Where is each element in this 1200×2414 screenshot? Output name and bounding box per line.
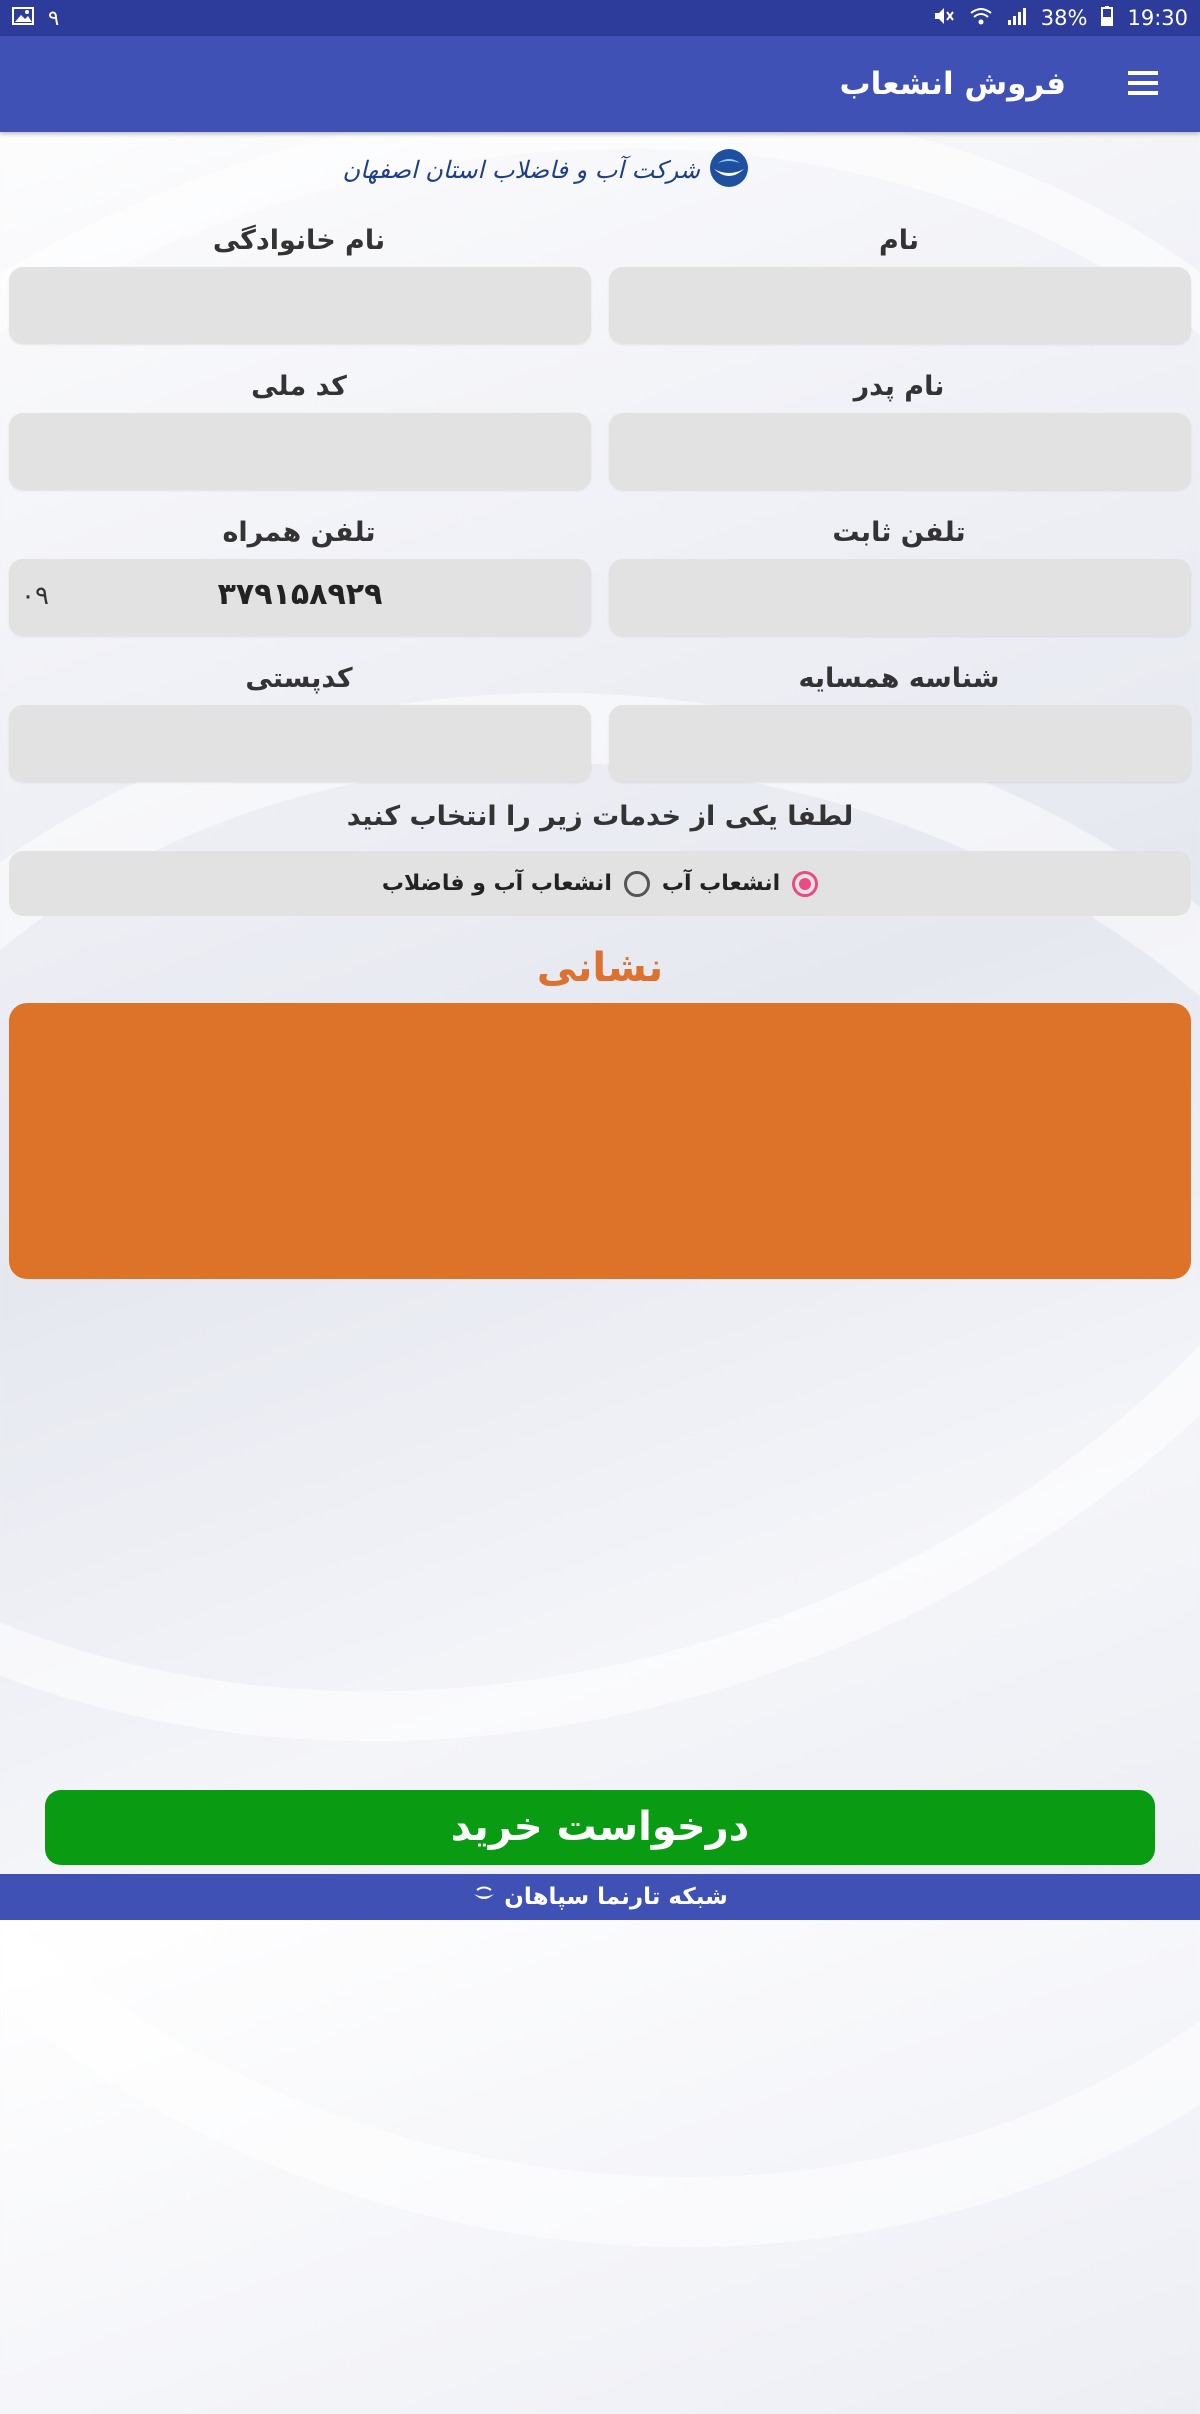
national-code-field[interactable] (9, 413, 591, 490)
hamburger-menu-icon[interactable] (1126, 66, 1160, 102)
first-name-field[interactable] (609, 267, 1191, 344)
radio-water-connection[interactable] (792, 870, 819, 897)
address-title: نشانی (536, 945, 664, 991)
mute-icon (933, 6, 955, 31)
battery-icon (1101, 5, 1114, 31)
mobile-value: ۳۷۹۱۵۸۹۲۹ (217, 577, 383, 612)
postal-code-field[interactable] (9, 705, 591, 782)
app-bar: فروش انشعاب (0, 36, 1200, 132)
first-name-label: نام (878, 225, 920, 256)
wifi-icon (969, 6, 993, 31)
mobile-label: تلفن همراه (222, 517, 376, 548)
neighbor-id-label: شناسه همسایه (798, 663, 1000, 694)
address-field[interactable] (9, 1003, 1191, 1279)
notification-count: ۹ (48, 6, 60, 30)
logo-text: شرکت آب و فاضلاب استان اصفهان (342, 156, 700, 184)
landline-label: تلفن ثابت (832, 517, 966, 548)
signal-icon (1007, 6, 1027, 31)
last-name-label: نام خانوادگی (212, 225, 386, 256)
landline-field[interactable] (609, 559, 1191, 636)
status-bar: ۹ 38% 19:30 (0, 0, 1200, 36)
tarnama-logo-icon (472, 1884, 496, 1910)
company-logo: شرکت آب و فاضلاب استان اصفهان (342, 146, 750, 194)
purchase-request-button[interactable]: درخواست خرید (45, 1790, 1155, 1865)
battery-percent: 38% (1040, 6, 1088, 30)
clock: 19:30 (1127, 6, 1188, 30)
footer-text: شبکه تارنما سپاهان (504, 1884, 728, 1910)
services-prompt: لطفا یکی از خدمات زیر را انتخاب کنید (346, 801, 854, 832)
mobile-field[interactable]: ۰۹ ۳۷۹۱۵۸۹۲۹ (9, 559, 591, 636)
water-company-logo-icon (708, 147, 750, 193)
service-options: انشعاب آب انشعاب آب و فاضلاب (9, 851, 1191, 916)
postal-code-label: کدپستی (245, 663, 353, 694)
father-name-label: نام پدر (853, 371, 945, 402)
page-title: فروش انشعاب (839, 66, 1066, 102)
neighbor-id-field[interactable] (609, 705, 1191, 782)
radio-water-sewage-connection[interactable] (623, 870, 650, 897)
footer: شبکه تارنما سپاهان (0, 1874, 1200, 1920)
image-icon (12, 6, 34, 30)
option-water-sewage-connection-label: انشعاب آب و فاضلاب (381, 871, 612, 896)
last-name-field[interactable] (9, 267, 591, 344)
national-code-label: کد ملی (251, 371, 347, 402)
father-name-field[interactable] (609, 413, 1191, 490)
option-water-connection-label: انشعاب آب (661, 871, 781, 896)
